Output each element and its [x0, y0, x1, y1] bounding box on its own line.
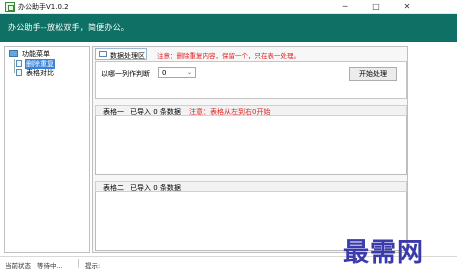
document-icon [16, 60, 22, 67]
table-one-grid[interactable] [95, 116, 407, 175]
tree-root[interactable]: 功能菜单 [9, 49, 89, 59]
sidebar-item-table-compare[interactable]: 表格对比 [16, 68, 88, 77]
minimize-button[interactable]: ─ [333, 0, 357, 14]
sidebar-item-delete-duplicates[interactable]: 删除重复 [16, 59, 88, 69]
column-select[interactable]: 0 ⌄ [158, 67, 196, 78]
tab-label: 数据处理区 [110, 52, 145, 60]
app-icon [5, 2, 15, 12]
tree-root-label: 功能菜单 [22, 50, 50, 58]
tab-row: 数据处理区 注意：删除重复内容，保留一个，只在表一处理。 [95, 48, 407, 60]
title-bar: 办公助手V1.0.2 ─ □ ✕ [0, 0, 457, 14]
banner-text: 办公助手--放松双手，简便办公。 [8, 23, 129, 32]
sidebar-item-label: 表格对比 [26, 69, 54, 77]
watermark: 最需网 [343, 238, 425, 268]
config-area: 以哪一列作判断 0 ⌄ 开始处理 [95, 61, 407, 99]
select-value: 0 [162, 69, 167, 77]
close-button[interactable]: ✕ [395, 0, 419, 14]
table-two-header: 表格二 已导入 0 条数据 [95, 181, 407, 192]
tab-data-processing[interactable]: 数据处理区 [95, 48, 147, 60]
status-divider [78, 259, 79, 268]
status-value: 等待中... [37, 262, 63, 270]
maximize-button[interactable]: □ [364, 0, 388, 14]
processing-note: 注意：删除重复内容，保留一个，只在表一处理。 [157, 52, 300, 60]
column-label: 以哪一列作判断 [101, 70, 150, 78]
chevron-down-icon: ⌄ [186, 69, 192, 76]
status-label: 当前状态 [5, 262, 31, 270]
folder-icon [9, 50, 18, 57]
table-one: 表格一 已导入 0 条数据 注意：表格从左到右0开始 [95, 105, 407, 175]
main-panel: 数据处理区 注意：删除重复内容，保留一个，只在表一处理。 以哪一列作判断 0 ⌄… [92, 46, 408, 253]
start-process-button[interactable]: 开始处理 [349, 67, 397, 81]
sidebar-tree: 功能菜单 删除重复 表格对比 [4, 46, 90, 253]
window-title: 办公助手V1.0.2 [18, 3, 69, 11]
status-hint: 提示: [85, 262, 101, 270]
header-banner: 办公助手--放松双手，简便办公。 [0, 14, 457, 42]
table-one-header: 表格一 已导入 0 条数据 注意：表格从左到右0开始 [95, 105, 407, 116]
document-icon [16, 69, 22, 76]
tab-icon [99, 51, 107, 57]
tree-connector [14, 59, 15, 73]
